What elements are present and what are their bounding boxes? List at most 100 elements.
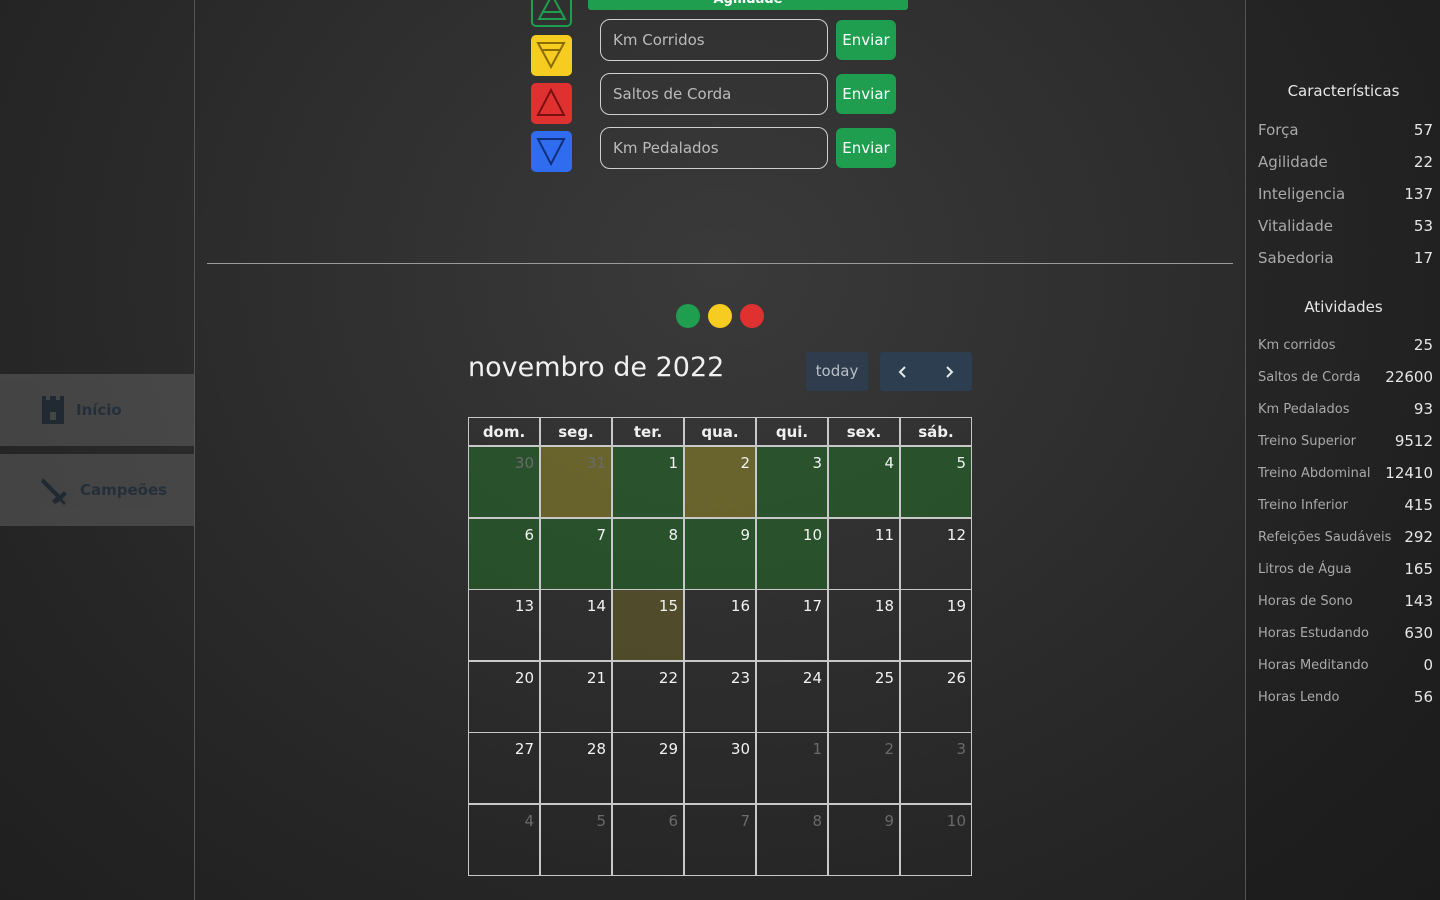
stat-value: 137 bbox=[1404, 185, 1433, 203]
calendar-day[interactable]: 21 bbox=[540, 660, 612, 733]
calendar-day[interactable]: 9 bbox=[684, 517, 756, 590]
day-number: 9 bbox=[884, 811, 894, 830]
calendar-day[interactable]: 25 bbox=[828, 660, 900, 733]
activity-row: Treino Inferior 415 bbox=[1258, 496, 1433, 514]
calendar-day[interactable]: 9 bbox=[828, 803, 900, 876]
day-number: 23 bbox=[730, 668, 750, 687]
send-button-km-pedalados[interactable]: Enviar bbox=[836, 128, 896, 168]
calendar-day[interactable]: 26 bbox=[900, 660, 972, 733]
calendar-day[interactable]: 30 bbox=[468, 446, 540, 518]
calendar-day[interactable]: 8 bbox=[756, 803, 828, 876]
calendar-day[interactable]: 10 bbox=[756, 517, 828, 590]
activity-name: Horas de Sono bbox=[1258, 593, 1353, 609]
calendar-day[interactable]: 7 bbox=[684, 803, 756, 876]
calendar-day[interactable]: 6 bbox=[612, 803, 684, 876]
activity-value: 56 bbox=[1413, 688, 1433, 706]
activity-value: 93 bbox=[1413, 400, 1433, 418]
calendar-day[interactable]: 5 bbox=[540, 803, 612, 876]
calendar-day[interactable]: 30 bbox=[684, 732, 756, 804]
weekday-header: sáb. bbox=[900, 417, 972, 446]
calendar-day[interactable]: 3 bbox=[900, 732, 972, 804]
triangle-up-button-green[interactable] bbox=[531, 0, 572, 27]
calendar-day[interactable]: 20 bbox=[468, 660, 540, 733]
activity-value: 12410 bbox=[1385, 464, 1433, 482]
stats-sidebar: Características Atividades Força 57 Agilid… bbox=[1245, 0, 1440, 900]
day-number: 24 bbox=[802, 668, 822, 687]
day-number: 26 bbox=[946, 668, 966, 687]
weekday-header: ter. bbox=[612, 417, 684, 446]
calendar-day[interactable]: 6 bbox=[468, 517, 540, 590]
calendar-day[interactable]: 2 bbox=[684, 446, 756, 518]
activity-row: Horas Lendo 56 bbox=[1258, 688, 1433, 706]
calendar-day[interactable]: 29 bbox=[612, 732, 684, 804]
day-number: 19 bbox=[946, 597, 966, 615]
calendar-day[interactable]: 18 bbox=[828, 589, 900, 661]
calendar-day[interactable]: 5 bbox=[900, 446, 972, 518]
calendar-day[interactable]: 22 bbox=[612, 660, 684, 733]
sidebar-item-label: Início bbox=[76, 401, 122, 419]
calendar-day[interactable]: 7 bbox=[540, 517, 612, 590]
activity-value: 25 bbox=[1413, 336, 1433, 354]
send-button-km-corridos[interactable]: Enviar bbox=[836, 20, 896, 60]
calendar-day[interactable]: 1 bbox=[756, 732, 828, 804]
characteristics-title: Características bbox=[1287, 82, 1400, 100]
calendar-day[interactable]: 28 bbox=[540, 732, 612, 804]
next-month-button[interactable] bbox=[926, 352, 972, 391]
calendar-day[interactable]: 27 bbox=[468, 732, 540, 804]
calendar-day[interactable]: 10 bbox=[900, 803, 972, 876]
stat-name: Vitalidade bbox=[1258, 217, 1333, 235]
sword-icon bbox=[40, 475, 70, 505]
calendar-day[interactable]: 23 bbox=[684, 660, 756, 733]
sidebar-item-campeoes[interactable]: Campeões bbox=[0, 454, 194, 526]
day-number: 5 bbox=[956, 454, 966, 472]
calendar-day[interactable]: 15 bbox=[612, 589, 684, 661]
triangle-up-button-red[interactable] bbox=[531, 83, 572, 124]
calendar-title: novembro de 2022 bbox=[468, 352, 725, 383]
day-number: 10 bbox=[946, 811, 966, 830]
activity-name: Km corridos bbox=[1258, 337, 1336, 353]
triangle-down-button-yellow[interactable] bbox=[531, 35, 572, 76]
calendar-day[interactable]: 4 bbox=[468, 803, 540, 876]
calendar-day[interactable]: 2 bbox=[828, 732, 900, 804]
calendar-day[interactable]: 24 bbox=[756, 660, 828, 733]
calendar-day[interactable]: 14 bbox=[540, 589, 612, 661]
calendar-day[interactable]: 13 bbox=[468, 589, 540, 661]
saltos-de-corda-input[interactable]: Saltos de Corda bbox=[600, 73, 828, 115]
km-pedalados-input[interactable]: Km Pedalados bbox=[600, 127, 828, 169]
status-dot-yellow[interactable] bbox=[708, 304, 732, 328]
stat-name: Sabedoria bbox=[1258, 249, 1334, 267]
sidebar-item-inicio[interactable]: Início bbox=[0, 374, 194, 446]
km-corridos-input[interactable]: Km Corridos bbox=[600, 19, 828, 61]
calendar-day[interactable]: 19 bbox=[900, 589, 972, 661]
calendar-day[interactable]: 31 bbox=[540, 446, 612, 518]
left-sidebar: Início Campeões bbox=[0, 0, 195, 900]
stat-value: 53 bbox=[1413, 217, 1433, 235]
day-number: 17 bbox=[802, 597, 822, 615]
calendar-day[interactable]: 12 bbox=[900, 517, 972, 590]
day-number: 15 bbox=[658, 597, 678, 615]
characteristic-row: Inteligencia 137 bbox=[1258, 185, 1433, 203]
calendar-day[interactable]: 3 bbox=[756, 446, 828, 518]
status-dot-green[interactable] bbox=[676, 304, 700, 328]
calendar-day[interactable]: 17 bbox=[756, 589, 828, 661]
activity-name: Treino Abdominal bbox=[1258, 465, 1371, 481]
calendar-day[interactable]: 16 bbox=[684, 589, 756, 661]
day-number: 25 bbox=[874, 668, 894, 687]
attribute-badge: Agilidade bbox=[588, 0, 908, 10]
triangle-down-button-blue[interactable] bbox=[531, 131, 572, 172]
activity-value: 630 bbox=[1404, 624, 1433, 642]
send-button-saltos-de-corda[interactable]: Enviar bbox=[836, 74, 896, 114]
calendar-day[interactable]: 8 bbox=[612, 517, 684, 590]
prev-month-button[interactable] bbox=[880, 352, 926, 391]
today-button[interactable]: today bbox=[806, 352, 868, 391]
calendar-day[interactable]: 4 bbox=[828, 446, 900, 518]
activity-row: Refeições Saudáveis 292 bbox=[1258, 528, 1433, 546]
calendar-day[interactable]: 1 bbox=[612, 446, 684, 518]
activity-value: 292 bbox=[1404, 528, 1433, 546]
status-dot-red[interactable] bbox=[740, 304, 764, 328]
calendar-day[interactable]: 11 bbox=[828, 517, 900, 590]
day-number: 4 bbox=[524, 811, 534, 830]
activity-name: Horas Meditando bbox=[1258, 657, 1369, 673]
stat-value: 22 bbox=[1413, 153, 1433, 171]
calendar-grid: dom. seg. ter. qua. qui. sex. sáb. 30 31 1 2 3 4 5 6 7 8… bbox=[468, 417, 972, 876]
